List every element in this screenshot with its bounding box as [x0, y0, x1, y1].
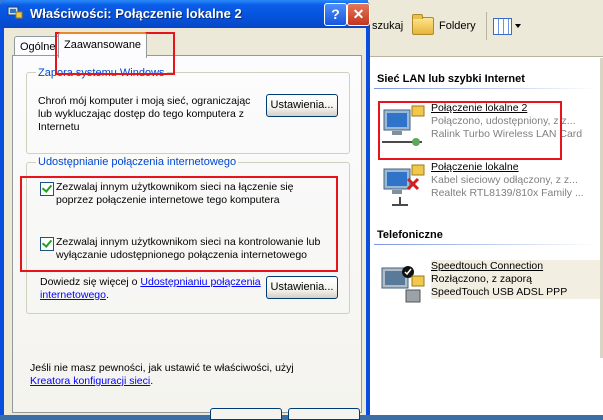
connection-status: Rozłączono, z zaporą	[431, 273, 532, 285]
footer-prefix: Jeśli nie masz pewności, jak ustawić te …	[30, 362, 294, 374]
views-icon	[493, 17, 512, 35]
allow-connect-checkbox[interactable]	[40, 182, 54, 196]
firewall-group-title: Zapora systemu Windows	[36, 67, 167, 79]
tab-general[interactable]: Ogólne	[14, 36, 62, 57]
network-icon	[7, 6, 23, 19]
connection-device: Realtek RTL8139/810x Family ...	[431, 187, 584, 199]
dialog-title: Właściwości: Połączenie lokalne 2	[30, 6, 242, 21]
explorer-toolbar: szukaj Foldery	[368, 0, 603, 57]
network-disconnected-icon	[383, 164, 425, 206]
section-header-dialup: Telefoniczne	[377, 229, 443, 241]
ics-settings-button[interactable]: Ustawienia...	[266, 276, 338, 299]
connection-device: SpeedTouch USB ADSL PPP	[431, 286, 568, 298]
footer-text: Jeśli nie masz pewności, jak ustawić te …	[30, 362, 330, 388]
learn-more-text: Dowiedz się więcej o Udostępnianiu połąc…	[40, 276, 262, 302]
close-button[interactable]: ✕	[347, 3, 370, 26]
dialup-connection-icon	[381, 266, 425, 303]
help-button[interactable]: ?	[324, 3, 347, 26]
network-connections-window: szukaj Foldery Sieć LAN lub szybki Inter…	[368, 0, 603, 415]
network-connection-icon	[382, 105, 425, 146]
search-button[interactable]: szukaj	[372, 20, 403, 32]
connection-name: Połączenie lokalne	[431, 161, 519, 173]
footer-suffix: .	[150, 375, 154, 387]
learn-more-suffix: .	[105, 289, 109, 301]
connection-device: Ralink Turbo Wireless LAN Card	[431, 128, 583, 140]
allow-control-checkbox[interactable]	[40, 237, 54, 251]
connection-item-local[interactable]: Połączenie lokalne Kabel sieciowy odłącz…	[378, 161, 598, 209]
connection-item-speedtouch[interactable]: Speedtouch Connection Rozłączono, z zapo…	[378, 260, 601, 308]
learn-more-prefix: Dowiedz się więcej o	[40, 276, 141, 288]
connection-name: Połączenie lokalne 2	[431, 102, 528, 114]
ics-group-title: Udostępnianie połączenia internetowego	[36, 156, 239, 168]
section-divider	[374, 88, 599, 89]
section-header-lan: Sieć LAN lub szybki Internet	[377, 73, 525, 85]
allow-control-label[interactable]: Zezwalaj innym użytkownikom sieci na kon…	[56, 236, 326, 262]
allow-connect-label[interactable]: Zezwalaj innym użytkownikom sieci na łąc…	[56, 181, 326, 207]
connection-status: Połączono, udostępniony, z z...	[431, 115, 576, 127]
dropdown-arrow-icon	[515, 24, 521, 28]
views-button[interactable]	[493, 15, 527, 37]
firewall-settings-button[interactable]: Ustawienia...	[266, 94, 338, 117]
connection-status: Kabel sieciowy odłączony, z z...	[431, 174, 578, 186]
ok-button[interactable]	[210, 408, 282, 420]
cancel-button[interactable]	[288, 408, 360, 420]
folders-button[interactable]: Foldery	[412, 13, 476, 39]
section-divider	[374, 244, 599, 245]
folder-icon	[412, 14, 434, 35]
dialog-buttons	[210, 408, 360, 420]
title-bar[interactable]: Właściwości: Połączenie lokalne 2 ? ✕	[0, 0, 370, 28]
tab-advanced[interactable]: Zaawansowane	[58, 32, 148, 58]
connection-name: Speedtouch Connection	[431, 260, 544, 272]
folders-label: Foldery	[439, 20, 476, 32]
firewall-description: Chroń mój komputer i moją sieć, ogranicz…	[38, 95, 251, 133]
network-wizard-link[interactable]: Kreatora konfiguracji sieci	[30, 375, 150, 387]
connection-item-local-2[interactable]: Połączenie lokalne 2 Połączono, udostępn…	[378, 102, 598, 150]
toolbar-separator	[486, 12, 487, 40]
